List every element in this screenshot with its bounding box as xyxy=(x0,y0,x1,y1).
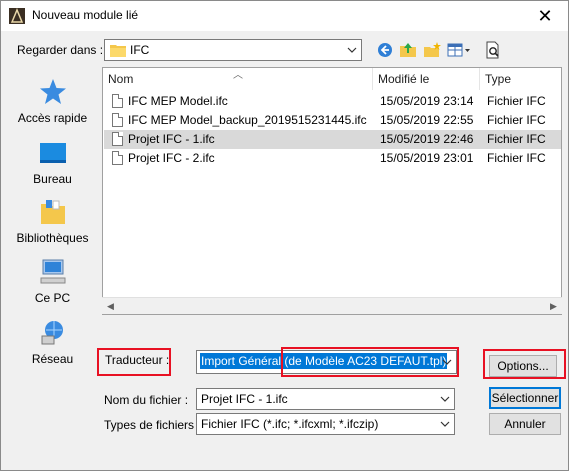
star-icon xyxy=(39,79,66,104)
table-row[interactable]: Projet IFC - 2.ifc 15/05/2019 23:01 Fichie… xyxy=(104,149,561,168)
filetype-combo[interactable]: Fichier IFC (*.ifc; *.ifcxml; *.ifczip) xyxy=(196,413,455,435)
place-label: Accès rapide xyxy=(17,111,88,125)
desktop-icon xyxy=(39,143,66,163)
chevron-down-icon[interactable] xyxy=(343,40,361,60)
view-menu-icon[interactable] xyxy=(446,40,472,60)
filename-value: Projet IFC - 1.ifc xyxy=(201,392,288,406)
filetype-value: Fichier IFC (*.ifc; *.ifcxml; *.ifczip) xyxy=(201,417,379,431)
table-row[interactable]: IFC MEP Model.ifc 15/05/2019 23:14 Fichier… xyxy=(104,92,561,111)
place-label: Bibliothèques xyxy=(16,231,89,245)
select-button[interactable]: Sélectionner xyxy=(489,387,561,409)
close-button[interactable]: ✕ xyxy=(522,1,568,31)
look-in-value: IFC xyxy=(130,43,150,57)
file-name: IFC MEP Model.ifc xyxy=(128,94,228,108)
horizontal-scrollbar[interactable]: ◀ ▶ xyxy=(102,297,562,314)
app-icon xyxy=(9,8,25,24)
file-modified: 15/05/2019 23:01 xyxy=(380,151,474,165)
annotation-box-translator-label xyxy=(97,348,171,376)
file-type: Fichier IFC xyxy=(487,132,546,146)
file-type: Fichier IFC xyxy=(487,94,546,108)
chevron-down-icon[interactable] xyxy=(436,389,454,409)
window-title: Nouveau module lié xyxy=(32,8,139,22)
places-bar: Accès rapide Bureau Bibliothèques Ce PC … xyxy=(9,67,96,379)
file-icon xyxy=(112,132,123,146)
file-list[interactable]: ︿ Nom Modifié le Type IFC MEP Model.ifc 1… xyxy=(102,67,562,315)
column-header-name[interactable]: ︿ Nom xyxy=(103,68,373,90)
filename-combo[interactable]: Projet IFC - 1.ifc xyxy=(196,388,455,410)
look-in-combo[interactable]: IFC xyxy=(104,39,362,61)
column-header-type[interactable]: Type xyxy=(480,68,561,90)
file-modified: 15/05/2019 23:14 xyxy=(380,94,474,108)
column-header-modified[interactable]: Modifié le xyxy=(373,68,480,90)
file-icon xyxy=(112,94,123,108)
place-this-pc[interactable]: Ce PC xyxy=(9,257,96,305)
file-type: Fichier IFC xyxy=(487,151,546,165)
file-icon xyxy=(112,151,123,165)
place-libraries[interactable]: Bibliothèques xyxy=(9,197,96,245)
close-icon: ✕ xyxy=(537,5,553,27)
up-folder-icon[interactable] xyxy=(398,40,418,60)
table-row[interactable]: Projet IFC - 1.ifc 15/05/2019 22:46 Fichie… xyxy=(104,130,561,149)
place-label: Réseau xyxy=(31,352,74,366)
chevron-down-icon[interactable] xyxy=(436,414,454,434)
place-quick-access[interactable]: Accès rapide xyxy=(9,77,96,125)
look-in-label: Regarder dans : xyxy=(17,43,104,57)
preview-icon[interactable] xyxy=(483,40,503,60)
title-bar: Nouveau module lié ✕ xyxy=(1,1,568,31)
filetype-label: Types de fichiers : xyxy=(104,418,201,432)
sort-up-icon: ︿ xyxy=(233,70,243,81)
scroll-right-icon[interactable]: ▶ xyxy=(545,298,562,315)
place-label: Ce PC xyxy=(34,291,71,305)
filename-label: Nom du fichier : xyxy=(104,393,189,407)
file-name: IFC MEP Model_backup_2019515231445.ifc xyxy=(128,113,367,127)
place-desktop[interactable]: Bureau xyxy=(9,138,96,186)
cancel-button[interactable]: Annuler xyxy=(489,413,561,435)
dialog-window: Nouveau module lié ✕ Regarder dans : IFC xyxy=(0,0,569,471)
library-icon xyxy=(40,200,65,224)
annotation-box-options xyxy=(483,349,566,379)
table-row[interactable]: IFC MEP Model_backup_2019515231445.ifc 15… xyxy=(104,111,561,130)
folder-icon xyxy=(110,45,126,57)
file-name: Projet IFC - 1.ifc xyxy=(128,132,215,146)
file-modified: 15/05/2019 22:55 xyxy=(380,113,474,127)
network-icon xyxy=(41,321,63,345)
place-label: Bureau xyxy=(33,172,72,186)
place-network[interactable]: Réseau xyxy=(9,318,96,366)
new-folder-icon[interactable] xyxy=(422,40,442,60)
computer-icon xyxy=(40,259,65,284)
scroll-left-icon[interactable]: ◀ xyxy=(102,298,119,315)
annotation-box-translator-value xyxy=(281,347,459,377)
file-icon xyxy=(112,113,123,127)
file-modified: 15/05/2019 22:46 xyxy=(380,132,474,146)
file-name: Projet IFC - 2.ifc xyxy=(128,151,215,165)
file-type: Fichier IFC xyxy=(487,113,546,127)
back-icon[interactable] xyxy=(375,40,395,60)
